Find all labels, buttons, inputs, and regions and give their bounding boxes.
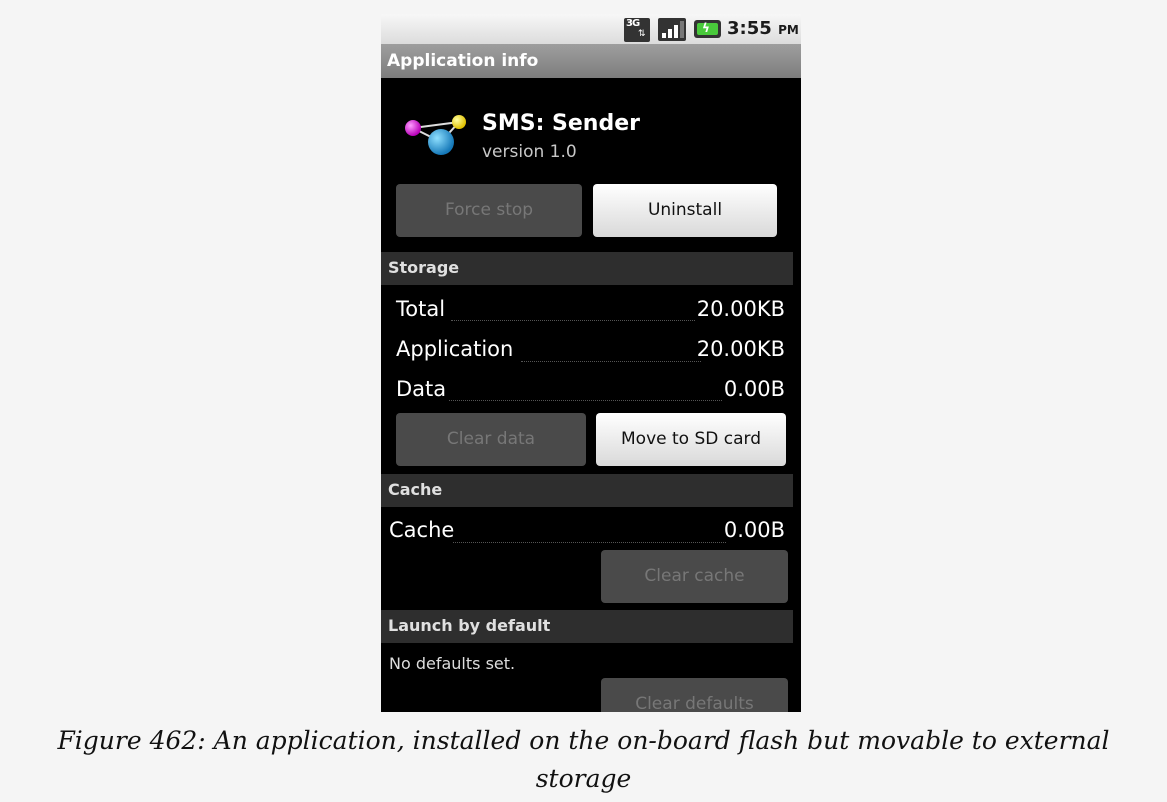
screen-title: Application info: [387, 51, 539, 71]
battery-charging-icon: ϟ: [694, 20, 721, 38]
leader-dots: [447, 400, 726, 401]
status-clock: 3:55 PM: [727, 18, 799, 39]
3g-data-icon: 3G ⇅: [624, 18, 650, 42]
move-to-sd-card-button[interactable]: Move to SD card: [596, 413, 786, 466]
clear-cache-button[interactable]: Clear cache: [601, 550, 788, 603]
caption-line-2: storage: [535, 764, 632, 793]
clear-data-button[interactable]: Clear data: [396, 413, 586, 466]
no-defaults-text: No defaults set.: [389, 654, 516, 673]
storage-data-value: 0.00B: [721, 377, 785, 401]
cache-label: Cache: [389, 518, 457, 542]
phone-screen: 3G ⇅ ϟ 3:55 PM Application info SMS: Sen…: [381, 14, 801, 712]
app-version: version 1.0: [482, 142, 577, 162]
signal-strength-icon: [658, 18, 686, 41]
app-name: SMS: Sender: [482, 111, 640, 136]
leader-dots: [451, 320, 701, 321]
storage-data-label: Data: [396, 377, 449, 401]
storage-total-label: Total: [396, 297, 448, 321]
storage-section-header: Storage: [381, 252, 793, 285]
storage-application-value: 20.00KB: [694, 337, 785, 361]
title-bar: Application info: [381, 44, 801, 78]
force-stop-button[interactable]: Force stop: [396, 184, 582, 237]
network-type-label: 3G: [626, 18, 640, 29]
cache-value: 0.00B: [721, 518, 785, 542]
cache-header-label: Cache: [388, 480, 443, 499]
clear-defaults-button[interactable]: Clear defaults: [601, 678, 788, 712]
molecule-icon: [405, 115, 466, 155]
cache-section-header: Cache: [381, 474, 793, 507]
storage-header-label: Storage: [388, 258, 460, 277]
storage-application-label: Application: [396, 337, 516, 361]
data-arrows-icon: ⇅: [638, 29, 646, 39]
leader-dots: [521, 361, 701, 362]
leader-dots: [453, 542, 726, 543]
figure-caption: Figure 462: An application, installed on…: [0, 722, 1167, 798]
launch-default-header-label: Launch by default: [388, 616, 551, 635]
status-bar: 3G ⇅ ϟ 3:55 PM: [381, 14, 801, 44]
uninstall-button[interactable]: Uninstall: [593, 184, 777, 237]
launch-default-section-header: Launch by default: [381, 610, 793, 643]
caption-line-1: Figure 462: An application, installed on…: [57, 726, 1110, 755]
clock-ampm: PM: [778, 23, 799, 37]
clock-time: 3:55: [727, 18, 772, 39]
storage-total-value: 20.00KB: [694, 297, 785, 321]
